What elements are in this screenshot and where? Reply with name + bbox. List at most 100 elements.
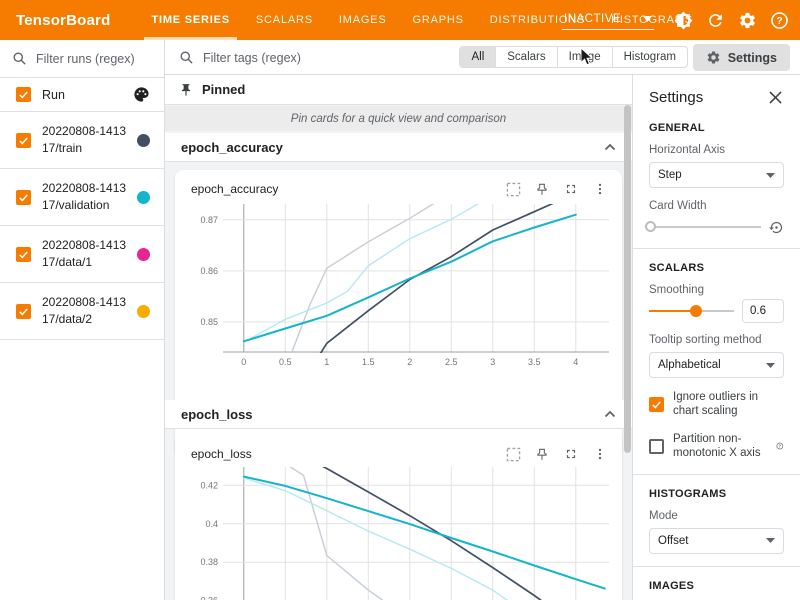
svg-text:2: 2 [407,357,412,367]
run-label: 20220808-141317/train [42,123,130,158]
svg-text:3.5: 3.5 [528,357,541,367]
run-row-data-2[interactable]: 20220808-141317/data/2 [0,283,164,340]
pin-card-icon[interactable] [532,444,552,464]
check-icon [18,192,29,203]
help-icon[interactable]: ? [766,7,792,33]
run-label: 20220808-141317/data/1 [42,237,130,272]
more-options-icon[interactable] [590,444,610,464]
help-icon[interactable]: ? [776,440,784,452]
run-checkbox-train[interactable] [16,133,31,148]
filter-runs-placeholder: Filter runs (regex) [36,52,135,66]
settings-button[interactable]: Settings [693,44,790,71]
run-row-train[interactable]: 20220808-141317/train [0,112,164,169]
pin-card-icon[interactable] [532,179,552,199]
tag-filter-all[interactable]: All [460,47,495,67]
fit-to-data-icon[interactable] [503,179,523,199]
settings-panel-title: Settings [649,89,703,106]
vertical-scrollbar[interactable] [624,105,631,453]
epoch-loss-chart[interactable]: 00.511.522.533.540.360.380.40.42 [179,465,617,600]
section-header-epoch-loss[interactable]: epoch_loss [165,400,632,429]
close-icon[interactable] [766,88,784,106]
run-checkbox-validation[interactable] [16,190,31,205]
svg-text:1: 1 [324,357,329,367]
smoothing-slider[interactable] [649,304,734,318]
scalars-section-header: SCALARS [649,262,784,274]
collapse-chevron-icon[interactable] [604,143,616,151]
svg-text:2.5: 2.5 [445,357,458,367]
pinned-section-header: Pinned [165,75,632,105]
select-all-runs-checkbox[interactable] [16,87,31,102]
tags-toolbar: Filter tags (regex) All Scalars Image Hi… [165,40,800,75]
horizontal-axis-dropdown[interactable]: Step [649,162,784,188]
partition-x-axis-checkbox[interactable] [649,439,664,454]
smoothing-value-input[interactable]: 0.6 [742,299,784,323]
run-row-data-1[interactable]: 20220808-141317/data/1 [0,226,164,283]
tab-images[interactable]: IMAGES [326,0,400,40]
run-label: 20220808-141317/data/2 [42,294,130,329]
tab-time-series[interactable]: TIME SERIES [138,0,242,40]
run-row-validation[interactable]: 20220808-141317/validation [0,169,164,226]
svg-text:0.36: 0.36 [200,596,218,600]
card-title: epoch_loss [191,447,252,461]
tab-scalars[interactable]: SCALARS [243,0,326,40]
search-icon [179,50,194,65]
filter-tags-input[interactable]: Filter tags (regex) [179,40,301,75]
fit-to-data-icon[interactable] [503,444,523,464]
tooltip-sorting-label: Tooltip sorting method [649,334,784,346]
general-section-header: GENERAL [649,122,784,134]
svg-text:1.5: 1.5 [362,357,375,367]
more-options-icon[interactable] [590,179,610,199]
app-header: TensorBoard TIME SERIES SCALARS IMAGES G… [0,0,800,40]
tag-filter-scalars[interactable]: Scalars [495,47,556,67]
runs-sidebar: Filter runs (regex) Run 20220808-141317/… [0,40,165,600]
brightness-toggle-icon[interactable] [670,7,696,33]
run-checkbox-data-1[interactable] [16,247,31,262]
images-section-header: IMAGES [649,580,784,592]
collapse-chevron-icon[interactable] [604,410,616,418]
fullscreen-icon[interactable] [561,444,581,464]
run-checkbox-data-2[interactable] [16,304,31,319]
filter-runs-input[interactable]: Filter runs (regex) [0,40,164,78]
refresh-icon[interactable] [702,7,728,33]
reset-icon[interactable] [769,220,784,235]
tag-filter-histogram[interactable]: Histogram [612,47,687,67]
epoch-accuracy-chart[interactable]: 00.511.522.533.540.850.860.87 [179,202,617,370]
filter-tags-placeholder: Filter tags (regex) [203,51,301,65]
pinned-empty-band: Pin cards for a quick view and compariso… [165,106,632,131]
check-icon [18,89,29,100]
palette-icon[interactable] [133,86,150,103]
gear-icon[interactable] [734,7,760,33]
cards-scroll-area[interactable]: Pinned Pin cards for a quick view and co… [165,75,632,600]
tab-graphs[interactable]: GRAPHS [399,0,476,40]
check-icon [18,249,29,260]
fullscreen-icon[interactable] [561,179,581,199]
run-color-dot [137,134,150,147]
horizontal-axis-label: Horizontal Axis [649,144,784,156]
tooltip-sorting-dropdown[interactable]: Alphabetical [649,352,784,378]
check-icon [18,135,29,146]
card-width-slider[interactable] [649,220,761,234]
pinned-label: Pinned [202,82,245,97]
slider-thumb[interactable] [690,305,702,317]
ignore-outliers-label: Ignore outliers in chart scaling [673,390,784,419]
svg-text:?: ? [776,16,782,27]
histogram-mode-dropdown[interactable]: Offset [649,528,784,554]
section-header-epoch-accuracy[interactable]: epoch_accuracy [165,133,632,162]
svg-text:4: 4 [573,357,578,367]
tensorboard-logo: TensorBoard [16,12,110,29]
run-color-dot [137,248,150,261]
svg-text:0.87: 0.87 [200,215,218,225]
tag-filter-image[interactable]: Image [557,47,612,67]
reload-status-dropdown[interactable]: INACTIVE [562,10,654,30]
settings-panel: Settings GENERAL Horizontal Axis Step Ca… [632,75,800,600]
svg-text:?: ? [779,444,782,449]
slider-thumb[interactable] [645,221,656,232]
partition-x-axis-label: Partition non-monotonic X axis ? [673,432,784,461]
ignore-outliers-checkbox[interactable] [649,397,664,412]
chevron-down-icon [643,16,652,22]
card-width-label: Card Width [649,200,784,212]
card-epoch-loss: epoch_loss 00.511.522.533.540.360.380.40… [175,435,622,600]
runs-header-row: Run [0,78,164,112]
chevron-down-icon [766,538,775,543]
run-label: 20220808-141317/validation [42,180,130,215]
